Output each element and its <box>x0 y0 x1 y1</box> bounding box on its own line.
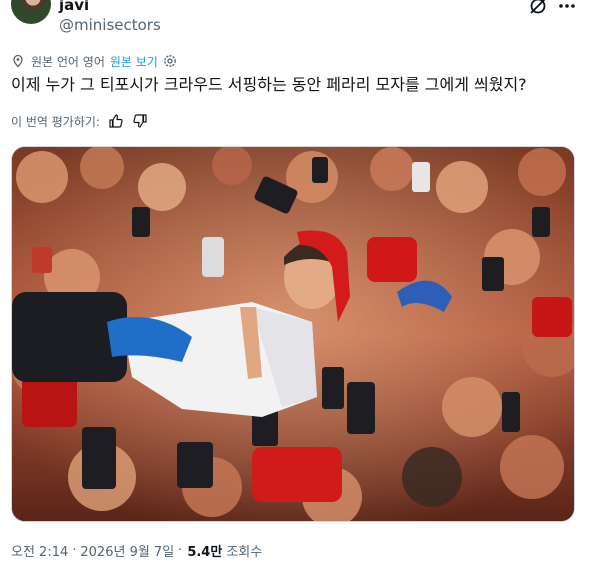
meta-separator: · <box>72 542 77 558</box>
tweet-photo[interactable] <box>11 146 575 522</box>
gear-icon[interactable] <box>163 54 177 68</box>
translation-language: 원본 언어 영어 <box>31 54 105 69</box>
tweet-meta: 오전 2:14 · 2026년 9월 7일 · 5.4만 조회수 <box>11 541 263 560</box>
tweet-text: 이제 누가 그 티포시가 크라우드 서핑하는 동안 페라리 모자를 그에게 씌웠… <box>11 75 527 94</box>
grok-icon[interactable] <box>528 0 548 16</box>
translate-icon <box>13 54 23 68</box>
meta-separator-2: · <box>178 542 183 558</box>
tweet-header: javi @minisectors <box>0 0 597 40</box>
author-name[interactable]: javi <box>59 0 89 14</box>
thumbs-down-icon[interactable] <box>132 113 148 129</box>
avatar[interactable] <box>11 0 51 24</box>
more-icon[interactable] <box>557 0 577 16</box>
rate-translation: 이 번역 평가하기: <box>11 112 148 130</box>
thumbs-up-icon[interactable] <box>108 113 124 129</box>
view-count-label: 조회수 <box>226 544 263 560</box>
tweet-date[interactable]: 2026년 9월 7일 <box>80 541 174 560</box>
crowd-surfing-photo <box>12 147 574 521</box>
show-original-link[interactable]: 원본 보기 <box>110 53 158 70</box>
view-count: 5.4만 <box>187 544 223 560</box>
author-handle[interactable]: @minisectors <box>59 16 161 34</box>
tweet-time[interactable]: 오전 2:14 <box>11 541 68 560</box>
rate-translation-label: 이 번역 평가하기: <box>11 114 100 129</box>
translation-notice: 원본 언어 영어 원본 보기 <box>11 52 177 70</box>
